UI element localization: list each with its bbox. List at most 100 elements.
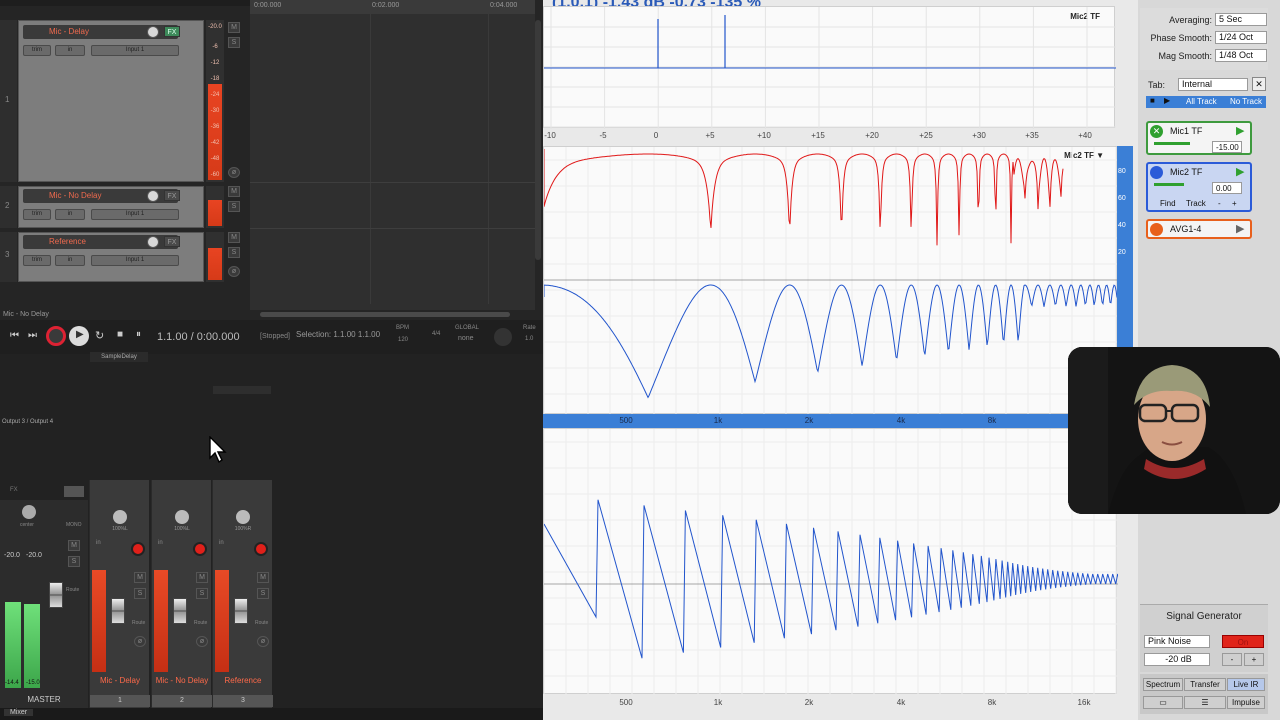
no-track-button[interactable]: No Track (1230, 97, 1262, 106)
track-2-solo-button[interactable]: S (228, 201, 240, 212)
channel-fader[interactable] (111, 598, 125, 624)
track-3-volume-knob[interactable] (147, 236, 159, 248)
tab-mixer[interactable]: Mixer (4, 709, 34, 716)
track-1-phase-icon[interactable]: ø (228, 167, 240, 178)
signal-level[interactable]: -20 dB (1144, 653, 1210, 666)
track-1-solo-button[interactable]: S (228, 37, 240, 48)
mute-button[interactable]: M (196, 572, 208, 583)
impulse-button[interactable]: Impulse (1227, 696, 1265, 709)
track-3-in-button[interactable]: in (55, 255, 85, 266)
avg-color-icon[interactable] (1150, 223, 1163, 236)
track-3-solo-button[interactable]: S (228, 247, 240, 258)
mic1-color-icon[interactable]: ✕ (1150, 125, 1163, 138)
solo-button[interactable]: S (196, 588, 208, 599)
channel-fader[interactable] (234, 598, 248, 624)
ir-plot[interactable]: Mic2 TF (543, 6, 1116, 129)
phase-smooth-select[interactable]: 1/24 Oct (1215, 31, 1267, 44)
track-1-volume-knob[interactable] (147, 26, 159, 38)
in-button[interactable]: in (158, 540, 163, 546)
track-2-trim-button[interactable]: trim (23, 209, 51, 220)
bpm-value[interactable]: 120 (398, 337, 408, 343)
pause-icon[interactable]: ⏸ (136, 329, 141, 340)
solo-button[interactable]: S (257, 588, 269, 599)
master-solo-button[interactable]: S (68, 556, 80, 567)
stop-icon[interactable]: ■ (117, 329, 123, 340)
timeline-ruler[interactable]: 0:00.000 0:02.000 0:04.000 (250, 0, 535, 14)
route-button[interactable]: Route (132, 620, 145, 626)
track-3-input-select[interactable]: Input 1 (91, 255, 179, 266)
track-3-fx-button[interactable]: FX (164, 236, 180, 247)
track-1-panel[interactable]: ◀ Mic - Delay FX trim in Input 1 (18, 20, 204, 182)
channel-fader[interactable] (173, 598, 187, 624)
measurement-card-mic2[interactable]: Mic2 TF ▶ 0.00 Find Track - + (1146, 162, 1252, 212)
mic2-track-button[interactable]: Track (1186, 199, 1206, 208)
mic1-offset[interactable]: -15.00 (1212, 141, 1242, 153)
go-start-icon[interactable]: ⏮ (10, 330, 19, 341)
track-2-panel[interactable]: Mic - No Delay FX trim in Input 1 (18, 186, 204, 228)
measurement-card-avg[interactable]: AVG1-4 ▶ (1146, 219, 1252, 239)
track-3-panel[interactable]: Reference FX trim in Input 1 (18, 232, 204, 282)
view-toggle-a[interactable]: ▭ (1143, 696, 1183, 709)
track-1-trim-button[interactable]: trim (23, 45, 51, 56)
tab-live-ir[interactable]: Live IR (1227, 678, 1265, 691)
plugin-slot[interactable]: SampleDelay (90, 352, 148, 362)
horizontal-scrollbar[interactable] (260, 312, 510, 317)
track-2-in-button[interactable]: in (55, 209, 85, 220)
mic2-find-button[interactable]: Find (1160, 199, 1176, 208)
record-arm[interactable] (131, 542, 145, 556)
play-button[interactable]: ▶ (69, 326, 89, 346)
record-button[interactable] (46, 326, 66, 346)
start-all-icon[interactable]: ▶ (1164, 96, 1170, 105)
pan-knob[interactable] (175, 510, 189, 524)
rate-knob[interactable] (494, 328, 512, 346)
mute-button[interactable]: M (134, 572, 146, 583)
global-select[interactable]: none (458, 335, 474, 342)
magnitude-phase-plot[interactable]: Mic2 TF ▼ (543, 146, 1118, 415)
record-arm[interactable] (254, 542, 268, 556)
signal-type-select[interactable]: Pink Noise (1144, 635, 1210, 648)
arrange-view[interactable]: 0:00.000 0:02.000 0:04.000 (250, 0, 541, 317)
master-pan-knob[interactable] (22, 505, 36, 519)
track-1-mute-button[interactable]: M (228, 22, 240, 33)
track-2-fx-button[interactable]: FX (164, 190, 180, 201)
master-mute-button[interactable]: M (68, 540, 80, 551)
all-track-button[interactable]: All Track (1186, 97, 1217, 106)
level-down-button[interactable]: - (1222, 653, 1242, 666)
tools-icon[interactable]: ✕ (1252, 77, 1266, 91)
loop-icon[interactable]: ↻ (95, 329, 104, 342)
mic2-play-icon[interactable]: ▶ (1236, 165, 1244, 178)
mute-button[interactable]: M (257, 572, 269, 583)
route-button[interactable]: Route (194, 620, 207, 626)
solo-button[interactable]: S (134, 588, 146, 599)
vertical-scrollbar[interactable] (535, 20, 541, 260)
mic2-color-icon[interactable] (1150, 166, 1163, 179)
master-fader[interactable] (49, 582, 63, 608)
track-3-trim-button[interactable]: trim (23, 255, 51, 266)
route-button[interactable]: Route (255, 620, 268, 626)
measurement-card-mic1[interactable]: ✕ Mic1 TF ▶ -15.00 (1146, 121, 1252, 155)
mic1-play-icon[interactable]: ▶ (1236, 124, 1244, 137)
record-arm[interactable] (193, 542, 207, 556)
averaging-select[interactable]: 5 Sec (1215, 13, 1267, 26)
generator-on-button[interactable]: On (1222, 635, 1264, 648)
track-2-volume-knob[interactable] (147, 190, 159, 202)
mic2-minus-button[interactable]: - (1218, 199, 1221, 208)
tab-transfer[interactable]: Transfer (1184, 678, 1226, 691)
track-2-mute-button[interactable]: M (228, 186, 240, 197)
phase-plot[interactable] (543, 428, 1118, 695)
in-button[interactable]: in (96, 540, 101, 546)
track-3-phase-icon[interactable]: ø (228, 266, 240, 277)
time-signature[interactable]: 4/4 (432, 331, 440, 337)
track-3-mute-button[interactable]: M (228, 232, 240, 243)
phase-icon[interactable]: ø (257, 636, 269, 647)
in-button[interactable]: in (219, 540, 224, 546)
pan-knob[interactable] (236, 510, 250, 524)
track-1-fx-button[interactable]: FX (164, 26, 180, 37)
pan-knob[interactable] (113, 510, 127, 524)
stop-all-icon[interactable]: ■ (1150, 96, 1155, 105)
track-1-input-select[interactable]: Input 1 (91, 45, 179, 56)
tab-spectrum[interactable]: Spectrum (1143, 678, 1183, 691)
mag-smooth-select[interactable]: 1/48 Oct (1215, 49, 1267, 62)
mic2-offset[interactable]: 0.00 (1212, 182, 1242, 194)
phase-icon[interactable]: ø (196, 636, 208, 647)
